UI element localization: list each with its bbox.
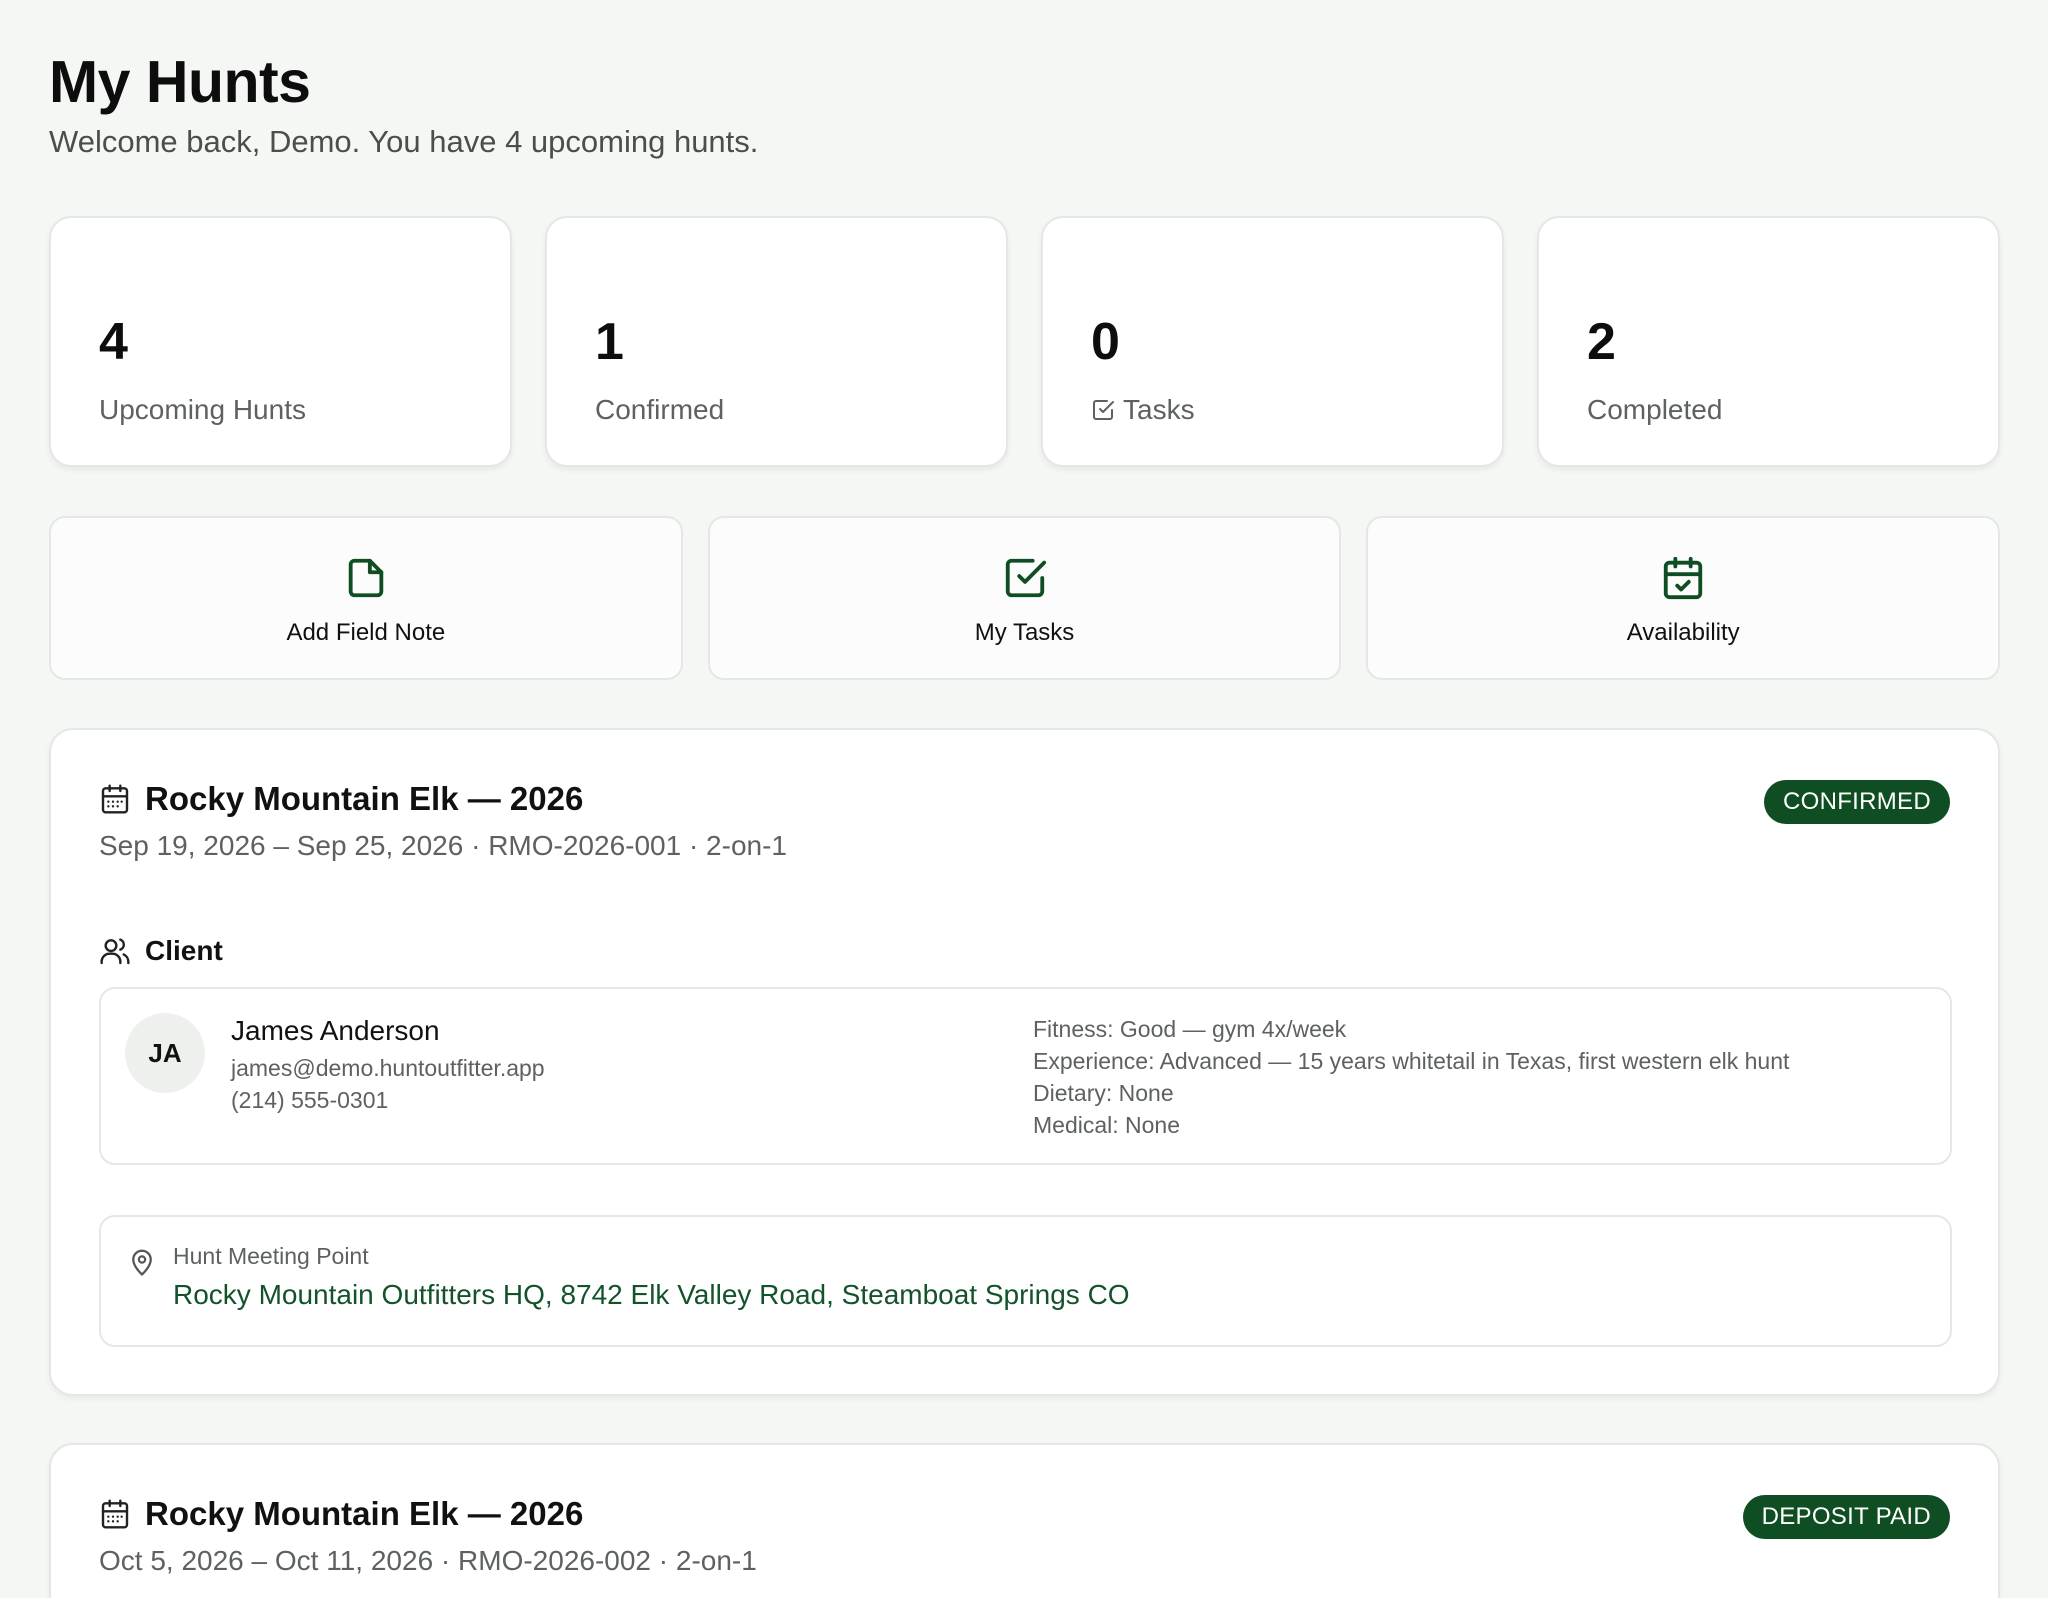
stat-label-text: Tasks <box>1123 394 1195 425</box>
map-pin-icon <box>132 1249 152 1276</box>
status-badge: CONFIRMED <box>1763 780 1950 824</box>
calendar-check-icon <box>1664 556 1703 600</box>
stats-row: 4 Upcoming Hunts 1 Confirmed 0 Tasks 2 C… <box>49 216 2000 467</box>
stat-label: Completed <box>1587 394 1950 426</box>
client-medical: Medical: None <box>1033 1112 1181 1138</box>
file-icon <box>348 558 384 598</box>
stat-label-text: Confirmed <box>595 394 725 425</box>
client-notes: Fitness: Good — gym 4x/week Experience: … <box>1033 1013 1789 1141</box>
client-details: JA James Anderson james@demo.huntoutfitt… <box>99 987 1952 1165</box>
client-section-header: Client <box>99 935 223 967</box>
meeting-label: Hunt Meeting Point <box>173 1243 369 1269</box>
stat-card-tasks: 0 Tasks <box>1041 216 1504 467</box>
client-name: James Anderson <box>231 1015 440 1046</box>
hunt-header: Rocky Mountain Elk — 2026 <box>99 1495 583 1533</box>
page-subtitle: Welcome back, Demo. You have 4 upcoming … <box>49 124 759 159</box>
check-square-icon <box>1093 400 1114 420</box>
client-email[interactable]: james@demo.huntoutfitter.app <box>231 1055 545 1082</box>
page: My Hunts Welcome back, Demo. You have 4 … <box>0 0 2048 1598</box>
availability-button[interactable]: Availability <box>1366 516 2001 680</box>
status-badge: DEPOSIT PAID <box>1742 1495 1950 1539</box>
client-experience: Experience: Advanced — 15 years whitetai… <box>1033 1048 1790 1074</box>
hunt-card[interactable]: Rocky Mountain Elk — 2026 Oct 5, 2026 – … <box>49 1443 2000 1598</box>
meeting-point: Hunt Meeting Point Rocky Mountain Outfit… <box>99 1215 1952 1347</box>
section-label: Client <box>145 935 223 966</box>
hunt-meta: Sep 19, 2026 – Sep 25, 2026 · RMO-2026-0… <box>99 830 787 861</box>
quick-actions: Add Field Note My Tasks Availability <box>49 516 2001 680</box>
stat-card-confirmed: 1 Confirmed <box>545 216 1008 467</box>
client-phone[interactable]: (214) 555-0301 <box>231 1087 388 1114</box>
client-dietary: Dietary: None <box>1033 1080 1174 1106</box>
calendar-icon <box>101 1499 129 1529</box>
hunt-title: Rocky Mountain Elk — 2026 <box>145 780 584 817</box>
hunt-title: Rocky Mountain Elk — 2026 <box>145 1495 584 1532</box>
hunt-header: Rocky Mountain Elk — 2026 <box>99 780 583 818</box>
stat-value: 4 <box>99 313 128 371</box>
stat-value: 0 <box>1091 313 1120 371</box>
client-fitness: Fitness: Good — gym 4x/week <box>1033 1016 1347 1042</box>
stat-label-text: Completed <box>1587 394 1723 425</box>
stat-card-completed: 2 Completed <box>1537 216 2000 467</box>
stat-card-upcoming: 4 Upcoming Hunts <box>49 216 512 467</box>
avatar: JA <box>125 1013 205 1093</box>
stat-label: Confirmed <box>595 394 958 426</box>
action-label: Availability <box>1626 619 1740 646</box>
my-tasks-button[interactable]: My Tasks <box>707 516 1342 680</box>
page-title: My Hunts <box>49 49 311 115</box>
calendar-icon <box>101 784 129 814</box>
stat-value: 1 <box>595 313 624 371</box>
stat-value: 2 <box>1587 313 1616 371</box>
stat-label: Upcoming Hunts <box>99 394 462 426</box>
hunt-meta: Oct 5, 2026 – Oct 11, 2026 · RMO-2026-00… <box>99 1545 757 1576</box>
action-label: Add Field Note <box>286 619 446 646</box>
meeting-address-link[interactable]: Rocky Mountain Outfitters HQ, 8742 Elk V… <box>173 1279 1130 1311</box>
stat-label: Tasks <box>1091 394 1454 426</box>
action-label: My Tasks <box>974 619 1075 646</box>
add-field-note-button[interactable]: Add Field Note <box>49 516 683 680</box>
stat-label-text: Upcoming Hunts <box>99 394 306 425</box>
hunt-card[interactable]: Rocky Mountain Elk — 2026 Sep 19, 2026 –… <box>49 728 2000 1396</box>
check-square-icon <box>1005 558 1046 598</box>
users-icon <box>100 938 130 965</box>
